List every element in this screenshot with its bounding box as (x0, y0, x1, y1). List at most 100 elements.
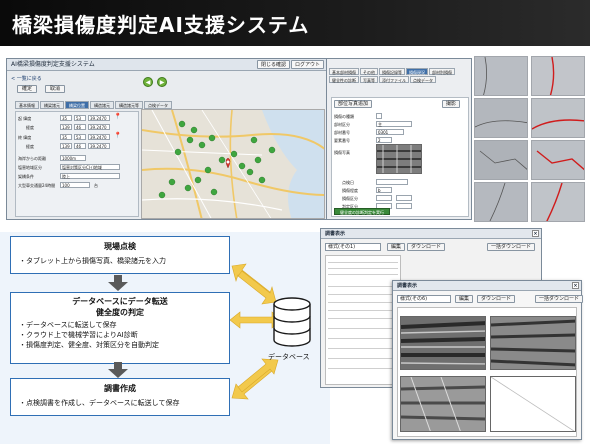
crack-photo-image (475, 183, 527, 221)
deg-input[interactable]: 139 (60, 143, 72, 149)
tab-member-damage[interactable]: 基本部材損傷 (329, 68, 359, 75)
crack-photo-image (532, 183, 584, 221)
damage-class-input[interactable] (376, 195, 392, 201)
tab-member-damage-2[interactable]: 部材別損傷 (429, 68, 455, 75)
doc-line (328, 302, 398, 303)
doc-line (328, 328, 398, 329)
app-tabs: 基本情報 橋梁諸元 橋梁位置 構造諸元 構造諸元等 点検データ (15, 101, 172, 109)
field-label: 経度 (26, 125, 34, 130)
damage-degree-input[interactable]: b (376, 187, 392, 193)
tab-attachments[interactable]: 添付ファイル (379, 76, 409, 83)
back-link[interactable]: < 一覧に戻る (11, 75, 42, 82)
report-photo-sheet (397, 307, 577, 437)
damage-type-checkbox[interactable] (376, 113, 382, 119)
db-transfer-title: データベースにデータ転送 (72, 297, 168, 306)
doc-line (328, 294, 398, 295)
judgement-input-2[interactable] (396, 203, 412, 209)
tab-bridge-spec[interactable]: 橋梁諸元 (40, 101, 64, 109)
member-number-input[interactable]: 0301 (376, 129, 404, 135)
report-title-text: 調書表示 (397, 283, 418, 289)
sec-input[interactable]: 39.2470 (88, 115, 110, 121)
tab-damage-record[interactable]: 損傷記録等 (379, 68, 405, 75)
report-window-title: 調書表示 × (321, 229, 541, 239)
tab-damage-status[interactable]: 損傷現況 (406, 68, 428, 75)
close-confirm-button[interactable]: 閉じる確認 (257, 60, 291, 69)
sec-input[interactable]: 39.2470 (88, 134, 110, 140)
doc-line (328, 338, 398, 339)
db-transfer-line: ・クラウド上で機械学習によりAI診断 (19, 331, 138, 339)
min-input[interactable]: 53 (74, 134, 86, 140)
inspection-date-input[interactable] (376, 179, 408, 185)
right-arrow-icon[interactable]: ▶ (157, 77, 167, 87)
salt-area-select[interactable]: 塩害対策区分C(ｲ)地域 (60, 164, 120, 170)
report-creation-box: 調書作成 ・点検調書を作成し、データベースに転送して保存 (10, 378, 230, 416)
download-button[interactable]: ダウンロード (477, 295, 516, 303)
map-pin-icon[interactable]: 📍 (114, 132, 121, 139)
edit-button[interactable]: 編集 (387, 243, 406, 251)
min-input[interactable]: 46 (74, 124, 86, 130)
damage-class-input-2[interactable] (396, 195, 412, 201)
field-label: 塩害地域区分 (18, 165, 42, 170)
field-inspection-box: 現場点検 ・タブレット上から損傷写真、橋梁諸元を入力 (10, 236, 230, 274)
add-part-photo-button[interactable]: 部位写真追加 (334, 100, 373, 108)
sec-input[interactable]: 39.2470 (88, 124, 110, 130)
crack-photo-image (475, 99, 527, 137)
field-inspection-body: ・タブレット上から損傷写真、橋梁諸元を入力 (19, 257, 166, 265)
deg-input[interactable]: 139 (60, 124, 72, 130)
crossing-condition-select[interactable]: 陸上 (60, 173, 120, 179)
field-label: 損傷の種類 (334, 114, 354, 119)
member-class-select[interactable]: 主 (376, 121, 412, 127)
doc-line (328, 310, 398, 311)
crack-photo-image (532, 99, 584, 137)
crack-photo-annotated (531, 182, 585, 222)
capture-button[interactable]: 撮影 (442, 100, 461, 108)
bridge-photo-image (401, 317, 485, 369)
left-arrow-icon[interactable]: ◀ (143, 77, 153, 87)
doc-line (328, 262, 398, 263)
traffic-input[interactable]: 100 (60, 182, 90, 188)
bulk-download-button[interactable]: 一括ダウンロード (535, 295, 584, 303)
tab-photos[interactable]: 写真等 (360, 76, 378, 83)
main-app-window: AI橋梁損傷度判定支援システム 閉じる確認 ログアウト < 一覧に戻る 確定 取… (6, 58, 328, 220)
run-diagnosis-button[interactable]: 健全度の診断判定を実行 (334, 208, 390, 215)
tab-bridge-location[interactable]: 橋梁位置 (65, 101, 89, 109)
tab-other[interactable]: その他 (360, 68, 378, 75)
unit-label: 台 (94, 183, 98, 188)
tab-structure-spec-etc[interactable]: 構造諸元等 (115, 101, 143, 109)
min-input[interactable]: 46 (74, 143, 86, 149)
tab-diagnosis[interactable]: 健全性の診断 (329, 76, 359, 83)
logout-button[interactable]: ログアウト (291, 60, 325, 69)
app-title: AI橋梁損傷度判定支援システム (11, 61, 95, 68)
tab-inspection-data[interactable]: 点検データ (410, 76, 436, 83)
tab-structure-spec[interactable]: 構造諸元 (90, 101, 114, 109)
tab-basic-info[interactable]: 基本情報 (15, 101, 39, 109)
tab-inspection-data[interactable]: 点検データ (144, 101, 172, 109)
min-input[interactable]: 53 (74, 115, 86, 121)
form-select[interactable]: 様式(その1) (325, 243, 381, 251)
deg-input[interactable]: 35 (60, 134, 72, 140)
field-label: 経度 (26, 144, 34, 149)
element-number-input[interactable]: 2 (376, 137, 392, 143)
form-select[interactable]: 様式(その6) (397, 295, 451, 303)
deg-input[interactable]: 35 (60, 115, 72, 121)
map-pin-icon[interactable]: 📍 (114, 113, 121, 120)
database-icon (273, 297, 311, 347)
close-icon[interactable]: × (572, 282, 579, 289)
slide-header: 橋梁損傷度判定AI支援システム (0, 0, 590, 46)
distance-input[interactable]: 1000m (60, 155, 86, 161)
sec-input[interactable]: 39.2470 (88, 143, 110, 149)
slide-title: 橋梁損傷度判定AI支援システム (12, 13, 310, 37)
doc-line (328, 368, 398, 369)
bridge-map[interactable] (141, 109, 325, 219)
cancel-button[interactable]: 取消 (45, 85, 66, 93)
download-button[interactable]: ダウンロード (407, 243, 446, 251)
photo-placeholder (490, 376, 576, 432)
crack-photo (474, 182, 528, 222)
doc-line (328, 268, 398, 269)
bulk-download-button[interactable]: 一括ダウンロード (487, 243, 536, 251)
field-label: 損傷程度 (342, 188, 358, 193)
close-icon[interactable]: × (532, 230, 539, 237)
confirm-button[interactable]: 確定 (17, 85, 38, 93)
down-arrow-icon (108, 362, 128, 378)
edit-button[interactable]: 編集 (455, 295, 474, 303)
